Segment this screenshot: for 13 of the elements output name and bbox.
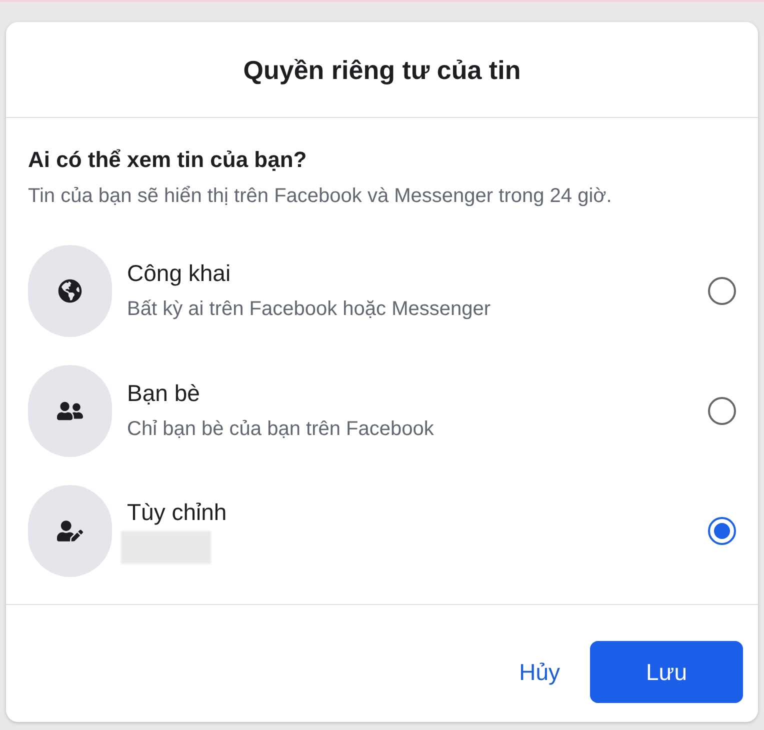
option-description: Bất kỳ ai trên Facebook hoặc Messenger [127, 297, 492, 322]
radio-button[interactable] [708, 397, 736, 425]
option-description: Chỉ bạn bè của bạn trên Facebook [127, 417, 435, 442]
option-title: Bạn bè [127, 379, 201, 407]
question-title: Ai có thể xem tin của bạn? [28, 146, 308, 174]
save-button[interactable]: Lưu [590, 641, 743, 703]
question-description: Tin của bạn sẽ hiển thị trên Facebook và Messenger trong 24 giờ. [28, 184, 613, 208]
option-title: Công khai [127, 259, 232, 287]
dialog-title: Quyền riêng tư của tin [243, 54, 521, 86]
radio-button[interactable] [708, 277, 736, 305]
cancel-button[interactable]: Hủy [507, 641, 572, 703]
radio-button[interactable] [708, 517, 736, 545]
option-title: Tùy chỉnh [127, 498, 228, 526]
